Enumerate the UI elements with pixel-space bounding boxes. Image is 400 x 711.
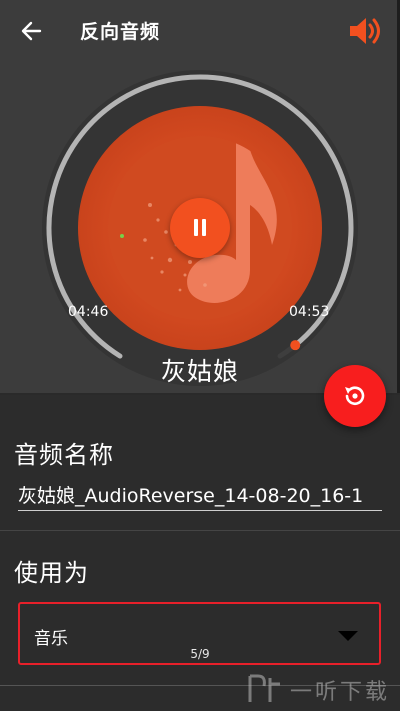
section-divider [0,530,400,531]
arrow-left-icon [21,21,42,41]
page-indicator: 5/9 [190,647,210,661]
pause-icon [194,219,198,236]
total-duration: 04:53 [289,304,330,320]
dropdown-arrow-icon [338,631,358,641]
reverse-play-icon [345,386,365,405]
watermark-text: 一听下载 [290,680,391,705]
speaker-volume-icon [350,18,380,44]
watermark-logo-icon [248,674,280,702]
audio-name-input[interactable]: 灰姑娘_AudioReverse_14-08-20_16-1 [18,481,382,511]
reverse-fab-button[interactable] [324,365,386,427]
watermark: 一听下载 [240,670,400,708]
progress-knob [290,340,301,351]
save-form: 音频名称 灰姑娘_AudioReverse_14-08-20_16-1 使用为 … [0,395,400,711]
use-as-value: 音乐 [34,629,68,649]
pause-button[interactable] [170,198,230,258]
top-bar: 反向音频 [0,0,400,62]
page-title: 反向音频 [80,21,161,43]
volume-button[interactable] [346,12,384,50]
elapsed-time: 04:46 [68,304,109,320]
back-button[interactable] [14,14,48,48]
player-panel: 反向音频 04:46 04:53 灰姑娘 [0,0,400,393]
audio-name-label: 音频名称 [14,441,114,469]
use-as-label: 使用为 [14,559,89,587]
